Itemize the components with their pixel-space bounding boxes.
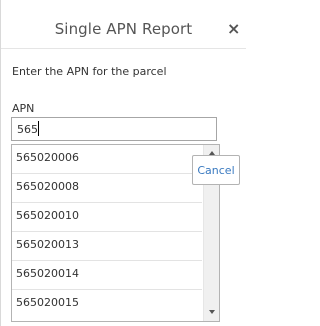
dropdown-item[interactable]: 565020006 bbox=[12, 145, 202, 171]
single-apn-report-dialog: Single APN Report × Enter the APN for th… bbox=[0, 0, 246, 326]
dialog-title: Single APN Report bbox=[54, 20, 193, 38]
dropdown-item[interactable]: 565020015 bbox=[12, 290, 202, 316]
instructions-text: Enter the APN for the parcel bbox=[12, 65, 167, 78]
chevron-down-icon[interactable] bbox=[204, 305, 219, 319]
text-caret bbox=[38, 121, 39, 136]
dropdown-item[interactable]: 565020014 bbox=[12, 261, 202, 287]
dialog-header: Single APN Report × bbox=[1, 0, 246, 56]
autocomplete-dropdown[interactable]: 565020006 565020008 565020010 565020013 … bbox=[11, 144, 220, 322]
cancel-button[interactable]: Cancel bbox=[192, 155, 240, 185]
close-icon[interactable]: × bbox=[227, 20, 240, 38]
apn-input[interactable] bbox=[11, 117, 217, 141]
dropdown-item[interactable]: 565020008 bbox=[12, 174, 202, 200]
header-divider bbox=[1, 48, 246, 49]
apn-label: APN bbox=[12, 102, 35, 115]
dropdown-item[interactable]: 565020013 bbox=[12, 232, 202, 258]
dropdown-item[interactable]: 565020010 bbox=[12, 203, 202, 229]
